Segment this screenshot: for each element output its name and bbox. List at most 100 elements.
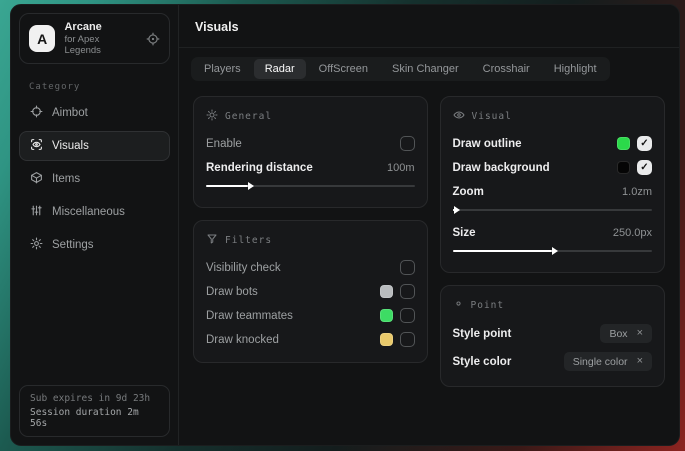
style-point-row: Style point Box ×	[453, 320, 653, 347]
sidebar-item-visuals[interactable]: Visuals	[19, 131, 170, 161]
draw-bots-row: Draw bots	[206, 280, 415, 303]
style-color-select[interactable]: Single color ×	[564, 352, 652, 371]
enable-checkbox[interactable]	[400, 136, 415, 151]
draw-knocked-row: Draw knocked	[206, 328, 415, 351]
tab-bar-wrap: Players Radar OffScreen Skin Changer Cro…	[179, 48, 679, 83]
close-icon[interactable]: ×	[637, 328, 643, 339]
panel-title-text: General	[225, 111, 272, 122]
eye-icon	[453, 109, 465, 124]
funnel-icon	[206, 233, 218, 248]
rendering-distance-row: Rendering distance 100m	[206, 156, 415, 179]
size-label: Size	[453, 227, 476, 239]
draw-teammates-checkbox[interactable]	[400, 308, 415, 323]
panel-title-text: Point	[471, 300, 505, 311]
sliders-icon	[30, 204, 43, 220]
style-color-label: Style color	[453, 356, 512, 368]
sidebar-item-label: Settings	[52, 239, 94, 251]
draw-bots-color-swatch[interactable]	[380, 285, 393, 298]
dot-icon	[453, 298, 464, 312]
app-meta: Arcane for Apex Legends	[64, 21, 137, 56]
style-color-row: Style color Single color ×	[453, 348, 653, 375]
sidebar-item-items[interactable]: Items	[19, 164, 170, 194]
visibility-check-row: Visibility check	[206, 256, 415, 279]
draw-teammates-label: Draw teammates	[206, 310, 293, 322]
close-icon[interactable]: ×	[637, 356, 643, 367]
size-row: Size 250.0px	[453, 221, 653, 244]
draw-outline-color-swatch[interactable]	[617, 137, 630, 150]
sidebar-item-label: Aimbot	[52, 107, 88, 119]
draw-knocked-checkbox[interactable]	[400, 332, 415, 347]
tab-offscreen[interactable]: OffScreen	[308, 59, 379, 79]
style-color-value: Single color	[573, 356, 628, 368]
app-window: A Arcane for Apex Legends Category Aimbo…	[10, 4, 680, 446]
enable-row: Enable	[206, 132, 415, 155]
draw-background-color-swatch[interactable]	[617, 161, 630, 174]
tab-radar[interactable]: Radar	[254, 59, 306, 79]
zoom-value: 1.0zm	[622, 186, 652, 198]
app-subtitle: for Apex Legends	[64, 34, 137, 56]
visibility-check-checkbox[interactable]	[400, 260, 415, 275]
main-area: Visuals Players Radar OffScreen Skin Cha…	[179, 5, 679, 445]
sidebar-item-miscellaneous[interactable]: Miscellaneous	[19, 197, 170, 227]
tab-skin-changer[interactable]: Skin Changer	[381, 59, 470, 79]
panel-title-text: Filters	[225, 235, 272, 246]
draw-teammates-color-swatch[interactable]	[380, 309, 393, 322]
style-point-select[interactable]: Box ×	[600, 324, 652, 343]
target-icon[interactable]	[146, 32, 160, 46]
right-column: Visual Draw outline Draw background	[440, 96, 666, 387]
style-point-label: Style point	[453, 328, 512, 340]
slider-fill[interactable]	[206, 185, 248, 187]
scan-eye-icon	[30, 138, 43, 154]
content-grid: General Enable Rendering distance 100m	[179, 83, 679, 400]
sidebar-item-label: Items	[52, 173, 80, 185]
session-info-card: Sub expires in 9d 23h Session duration 2…	[19, 385, 170, 437]
box-icon	[30, 171, 43, 187]
size-value: 250.0px	[613, 227, 652, 239]
tab-players[interactable]: Players	[193, 59, 252, 79]
sub-expires-text: Sub expires in 9d 23h	[30, 393, 159, 404]
draw-teammates-row: Draw teammates	[206, 304, 415, 327]
panel-point-header: Point	[453, 298, 653, 312]
size-slider[interactable]	[453, 245, 653, 257]
draw-knocked-label: Draw knocked	[206, 334, 279, 346]
app-logo: A	[29, 25, 55, 52]
session-duration-text: Session duration 2m 56s	[30, 407, 159, 429]
rendering-distance-value: 100m	[387, 162, 415, 174]
sidebar-item-aimbot[interactable]: Aimbot	[19, 98, 170, 128]
sidebar-item-label: Visuals	[52, 140, 89, 152]
panel-general-header: General	[206, 109, 415, 124]
draw-outline-row: Draw outline	[453, 132, 653, 155]
visibility-check-label: Visibility check	[206, 262, 281, 274]
gear-icon	[30, 237, 43, 253]
crosshair-icon	[30, 105, 43, 121]
draw-outline-checkbox[interactable]	[637, 136, 652, 151]
panel-filters-header: Filters	[206, 233, 415, 248]
app-header-card: A Arcane for Apex Legends	[19, 13, 170, 64]
slider-fill[interactable]	[453, 209, 455, 211]
rendering-distance-slider[interactable]	[206, 180, 415, 192]
draw-background-label: Draw background	[453, 162, 550, 174]
sidebar-item-settings[interactable]: Settings	[19, 230, 170, 260]
tab-crosshair[interactable]: Crosshair	[472, 59, 541, 79]
main-header: Visuals	[179, 5, 679, 48]
sidebar-item-label: Miscellaneous	[52, 206, 125, 218]
slider-fill[interactable]	[453, 250, 553, 252]
style-point-value: Box	[609, 328, 627, 340]
zoom-label: Zoom	[453, 186, 484, 198]
tab-highlight[interactable]: Highlight	[543, 59, 608, 79]
panel-point: Point Style point Box × Style color Sing…	[440, 285, 666, 387]
draw-bots-checkbox[interactable]	[400, 284, 415, 299]
zoom-slider[interactable]	[453, 204, 653, 216]
panel-visual-header: Visual	[453, 109, 653, 124]
sidebar: A Arcane for Apex Legends Category Aimbo…	[11, 5, 179, 445]
draw-background-checkbox[interactable]	[637, 160, 652, 175]
panel-visual: Visual Draw outline Draw background	[440, 96, 666, 273]
gear-sun-icon	[206, 109, 218, 124]
enable-label: Enable	[206, 138, 242, 150]
draw-bots-label: Draw bots	[206, 286, 258, 298]
rendering-distance-label: Rendering distance	[206, 162, 313, 174]
draw-background-row: Draw background	[453, 156, 653, 179]
draw-knocked-color-swatch[interactable]	[380, 333, 393, 346]
app-name: Arcane	[64, 21, 137, 33]
tab-bar: Players Radar OffScreen Skin Changer Cro…	[191, 57, 610, 81]
